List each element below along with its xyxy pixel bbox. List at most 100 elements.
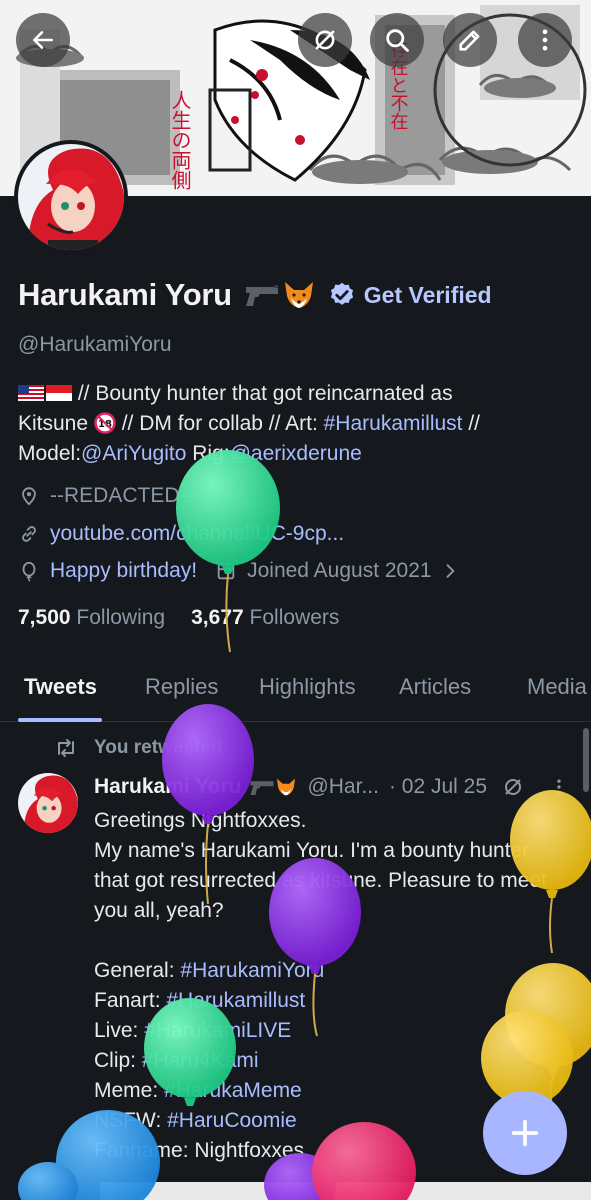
bio-text: Kitsune [18,412,94,435]
tweet-media-preview[interactable] [100,1182,591,1200]
tab-media[interactable]: Media [527,674,587,700]
tweet-author-name[interactable]: Harukami Yoru [94,775,241,799]
tweet-label: Meme: [94,1079,165,1102]
bio-line-1-text: // Bounty hunter that got reincarnated a… [72,382,453,405]
tweet-label: NSFW: [94,1109,168,1132]
refresh-slash-icon[interactable] [501,775,525,799]
profile-name-row: Harukami Yoru Get Verified [18,274,492,316]
bio-text: Model: [18,442,82,465]
retweet-icon [58,739,74,757]
tweet-label: General: [94,959,181,982]
calendar-icon [217,562,235,580]
arrow-left-icon [33,31,53,49]
profile-website[interactable]: youtube.com/channel/UC-9cp... [18,522,344,546]
profile-birthday-joined: Happy birthday! Joined August 2021 [18,559,460,583]
more-button[interactable] [518,13,572,67]
bio-line-1: // Bounty hunter that got reincarnated a… [18,379,578,409]
tweet-author-avatar[interactable] [18,773,78,833]
scrollbar[interactable] [583,728,589,792]
verified-badge-icon [330,282,353,305]
tweet-label: Fanart: [94,989,167,1012]
tweet-line-fanart: Fanart: #Harukamillust [94,986,584,1016]
tweet-line: that got resurrected as kitsune. Pleasur… [94,869,547,892]
bio-text: // [462,412,481,435]
followers-label: Followers [249,606,340,629]
followers-stat[interactable]: 3,677 Followers [191,606,339,630]
birthday-text: Happy birthday! [50,559,198,582]
hashtag-link[interactable]: #HarukamiLIVE [144,1019,291,1042]
following-count: 7,500 [18,606,71,629]
website-link[interactable]: youtube.com/channel/UC-9cp... [50,522,344,546]
tweet-label: Live: [94,1019,145,1042]
bio-mention-link-model[interactable]: @AriYugito [81,442,186,465]
tab-tweets[interactable]: Tweets [24,674,97,700]
profile-bio: // Bounty hunter that got reincarnated a… [18,379,578,469]
bio-text: Rig: [186,442,230,465]
following-stat[interactable]: 7,500 Following [18,606,165,630]
refresh-button[interactable] [298,13,352,67]
tweet-line: My name's Harukami Yoru. I'm a bounty hu… [94,839,530,862]
no-under-18-icon: 18 [94,412,116,434]
tab-replies[interactable]: Replies [145,674,218,700]
profile-location: --REDACTED-- [18,484,193,508]
link-icon [22,526,36,542]
hashtag-link[interactable]: #Harukamillust [166,989,305,1012]
pistol-icon [250,781,275,795]
profile-name: Harukami Yoru [18,277,232,312]
fox-icon [277,778,296,796]
get-verified-link[interactable]: Get Verified [364,282,492,309]
tab-highlights[interactable]: Highlights [259,674,356,700]
edit-button[interactable] [443,13,497,67]
bio-mention-link-rig[interactable]: @aerixderune [230,442,362,465]
tweet-author-handle: @Har... [307,775,379,798]
search-icon [386,29,409,52]
pencil-icon [459,30,480,51]
hashtag-link[interactable]: #HarukamiYoru [180,959,324,982]
location-pin-icon [22,487,36,506]
back-button[interactable] [16,13,70,67]
avatar-art [18,773,78,833]
tab-articles[interactable]: Articles [399,674,471,700]
profile-handle: @HarukamiYoru [18,333,172,356]
tweet-value: Nightfoxxes [194,1139,305,1162]
joined-text: Joined August 2021 [247,559,432,582]
tweet-line-live: Live: #HarukamiLIVE [94,1016,584,1046]
more-vertical-icon [542,29,548,51]
profile-avatar[interactable] [14,140,128,254]
following-label: Following [76,606,166,629]
retweet-indicator: You retweeted [54,737,222,759]
banner-text-left: 人生の両側 [168,90,192,190]
refresh-slash-icon [315,30,335,50]
tweet-line: Greetings Nightfoxxes. [94,809,307,832]
search-button[interactable] [370,13,424,67]
tweet-header: Harukami Yoru @Har... · 02 Jul 25 [94,775,569,799]
tweet-date: · 02 Jul 25 [388,775,488,798]
tweet-line: you all, yeah? [94,899,224,922]
chevron-right-icon[interactable] [440,561,460,581]
tweet-line-general: General: #HarukamiYoru [94,956,584,986]
tweet-label: Fanname: [94,1139,195,1162]
indonesia-flag-icon [46,385,72,401]
name-emojis [244,280,316,310]
bio-line-2: Kitsune 18 // DM for collab // Art: #Har… [18,409,578,439]
hashtag-link[interactable]: #HarukaMeme [164,1079,302,1102]
avatar-art [18,144,124,250]
retweet-label: You retweeted [94,737,223,758]
hashtag-link[interactable]: #Haru4Kami [142,1049,259,1072]
bio-text: // DM for collab // Art: [115,412,324,435]
followers-count: 3,677 [191,606,244,629]
profile-tabs: Tweets Replies Highlights Articles Media [0,660,591,722]
pistol-icon [245,285,278,306]
compose-fab[interactable] [483,1091,567,1175]
bio-hashtag-link[interactable]: #Harukamillust [324,412,463,435]
balloon-icon [22,561,36,582]
location-text: --REDACTED-- [50,484,194,507]
fox-icon [284,282,313,308]
tweet-label: Clip: [94,1049,142,1072]
hashtag-link[interactable]: #HaruCoomie [167,1109,297,1132]
more-vertical-icon[interactable] [549,776,569,798]
plus-icon [511,1119,539,1147]
follow-stats: 7,500 Following 3,677 Followers [18,606,339,630]
active-tab-indicator [18,718,102,722]
